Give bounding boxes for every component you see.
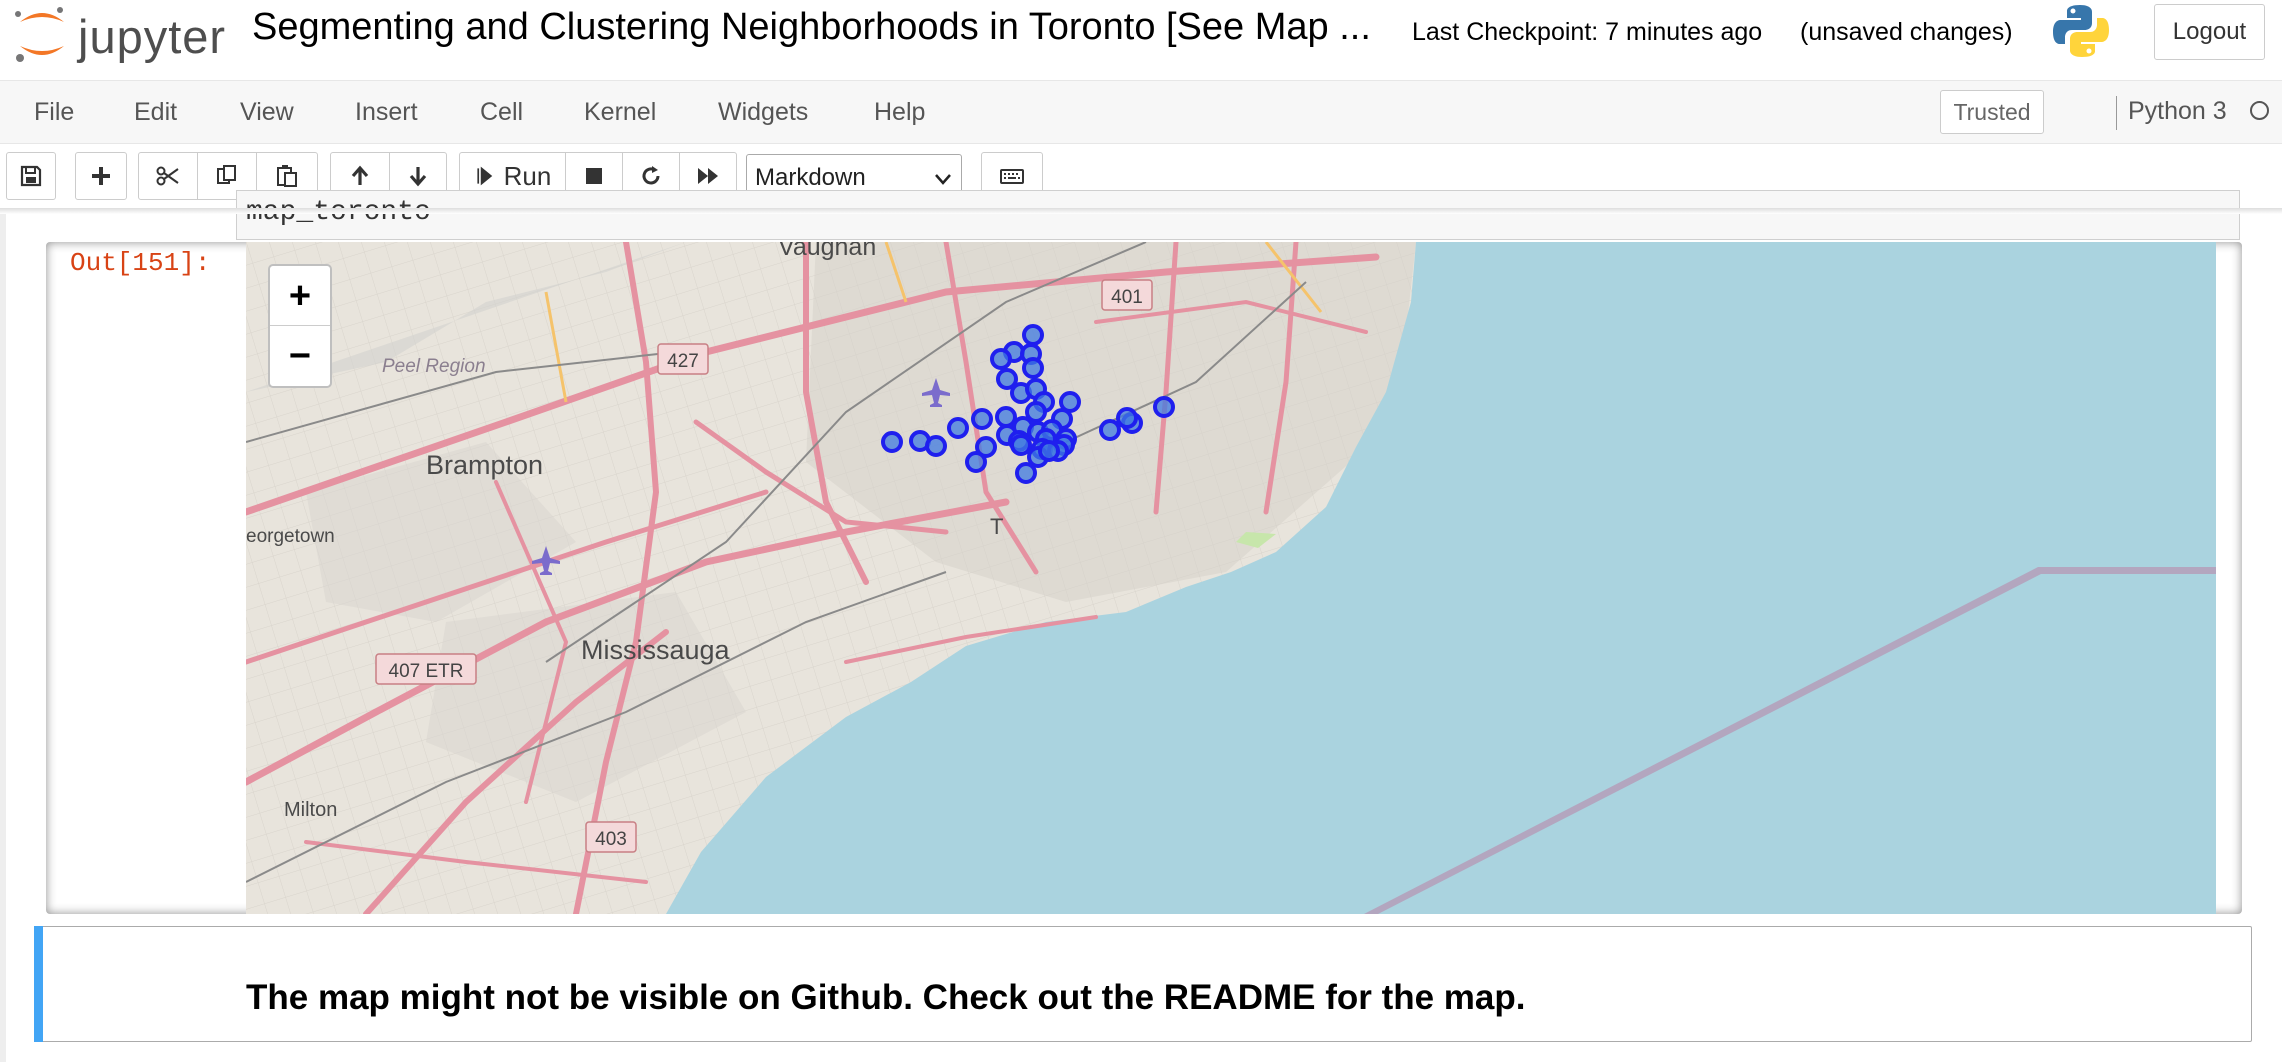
highway-401-shield: 401: [1101, 279, 1153, 311]
chevron-down-icon: [935, 174, 951, 185]
highway-407-shield: 407 ETR: [375, 653, 477, 685]
trusted-indicator[interactable]: Trusted: [1940, 90, 2044, 134]
neighborhood-marker[interactable]: [990, 348, 1012, 370]
plus-icon: [92, 167, 110, 185]
label-mississauga: Mississauga: [581, 635, 731, 665]
neighborhood-marker[interactable]: [1022, 357, 1044, 379]
unsaved-changes-status: (unsaved changes): [1800, 18, 2013, 46]
neighborhood-marker[interactable]: [1022, 324, 1044, 346]
save-icon: [20, 165, 42, 187]
arrow-up-icon: [351, 165, 369, 185]
highway-407-label: 407 ETR: [389, 661, 464, 682]
restart-icon: [642, 166, 660, 185]
neighborhood-marker[interactable]: [947, 417, 969, 439]
label-toronto: T: [990, 514, 1003, 539]
neighborhood-marker[interactable]: [1099, 419, 1121, 441]
label-brampton: Brampton: [426, 450, 543, 480]
zoom-out-button[interactable]: −: [270, 326, 330, 386]
neighborhood-marker[interactable]: [1116, 407, 1138, 429]
run-icon: [477, 166, 492, 186]
fast-forward-icon: [698, 168, 718, 184]
notebook-title[interactable]: Segmenting and Clustering Neighborhoods …: [252, 6, 1392, 49]
cut-button[interactable]: [138, 152, 198, 200]
neighborhood-marker[interactable]: [925, 435, 947, 457]
insert-cell-button[interactable]: [75, 152, 127, 200]
menu-insert[interactable]: Insert: [355, 98, 418, 127]
neighborhood-marker[interactable]: [1038, 440, 1060, 462]
neighborhood-marker[interactable]: [1015, 462, 1037, 484]
kernel-name[interactable]: Python 3: [2128, 97, 2227, 126]
python-logo-icon: [2053, 5, 2109, 57]
cell-type-value: Markdown: [755, 164, 866, 191]
markdown-text: The map might not be visible on Github. …: [246, 978, 1526, 1017]
jupyter-logo-icon: [15, 7, 64, 62]
highway-403-shield: 403: [585, 821, 637, 853]
run-label: Run: [503, 160, 552, 191]
menu-file[interactable]: File: [34, 98, 74, 127]
copy-icon: [217, 165, 236, 184]
kernel-idle-icon: [2250, 101, 2269, 120]
neighborhood-marker[interactable]: [971, 408, 993, 430]
highway-427-shield: 427: [657, 343, 709, 375]
label-georgetown: eorgetown: [246, 526, 335, 547]
neighborhood-marker[interactable]: [965, 451, 987, 473]
folium-map[interactable]: 401 427 407 ETR 403 Vaughan Peel Region …: [246, 242, 2216, 914]
previous-input-cell[interactable]: [236, 190, 2240, 240]
stop-icon: [586, 168, 602, 184]
menu-widgets[interactable]: Widgets: [718, 98, 808, 127]
paste-icon: [277, 165, 297, 187]
scissors-icon: [156, 166, 179, 186]
neighborhood-marker[interactable]: [1153, 396, 1175, 418]
highway-427-label: 427: [667, 351, 699, 372]
neighborhood-marker[interactable]: [1010, 434, 1032, 456]
toolbar-shadow: [0, 208, 2282, 214]
zoom-control: + −: [268, 264, 332, 388]
save-button[interactable]: [6, 152, 56, 200]
map-tiles[interactable]: 401 427 407 ETR 403 Vaughan Peel Region …: [246, 242, 2216, 914]
neighborhood-marker[interactable]: [881, 431, 903, 453]
checkpoint-status: Last Checkpoint: 7 minutes ago: [1412, 18, 1763, 46]
neighborhood-marker[interactable]: [995, 406, 1017, 428]
menu-kernel[interactable]: Kernel: [584, 98, 656, 127]
jupyter-logo[interactable]: jupyter: [12, 6, 227, 63]
menu-cell[interactable]: Cell: [480, 98, 523, 127]
label-peel-region: Peel Region: [382, 356, 486, 377]
label-milton: Milton: [284, 799, 337, 821]
kernel-separator: [2116, 96, 2117, 130]
label-vaughan: Vaughan: [778, 242, 876, 261]
keyboard-icon: [1000, 169, 1024, 184]
output-prompt: Out[151]:: [70, 248, 211, 278]
selected-cell-indicator: [34, 926, 43, 1042]
arrow-down-icon: [409, 167, 427, 187]
logo-text: jupyter: [78, 10, 227, 63]
menu-help[interactable]: Help: [874, 98, 925, 127]
menu-view[interactable]: View: [240, 98, 294, 127]
menu-edit[interactable]: Edit: [134, 98, 177, 127]
logout-button[interactable]: Logout: [2154, 4, 2265, 60]
header: jupyter Segmenting and Clustering Neighb…: [0, 0, 2282, 80]
highway-401-label: 401: [1111, 287, 1143, 308]
notebook-left-border: [0, 210, 6, 1062]
zoom-in-button[interactable]: +: [270, 266, 330, 326]
highway-403-label: 403: [595, 829, 627, 850]
